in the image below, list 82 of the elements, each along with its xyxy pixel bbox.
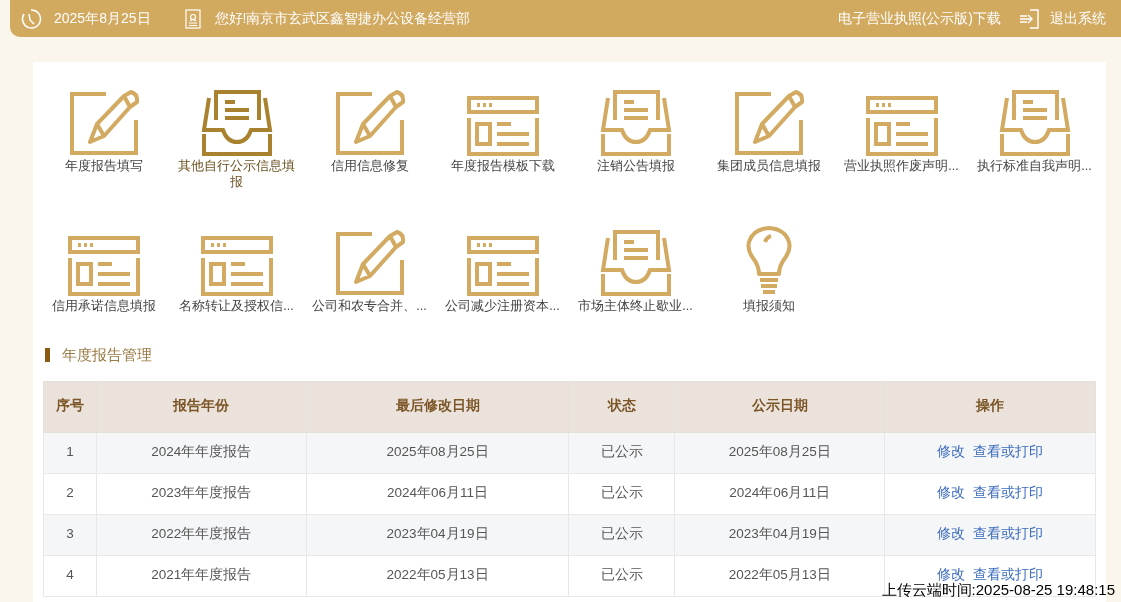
function-tile[interactable]: 市场主体终止歇业... [569, 228, 702, 314]
table-cell: 2023年04月19日 [306, 514, 569, 555]
table-cell: 3 [43, 514, 97, 555]
tile-label: 集团成员信息填报 [715, 158, 822, 174]
tile-label: 营业执照作废声明... [843, 158, 960, 174]
inbox-tray-icon [200, 90, 273, 156]
pencil-icon [333, 90, 406, 156]
table-cell: 2023年年度报告 [96, 473, 307, 514]
function-tile[interactable]: 年度报告模板下载 [436, 88, 569, 190]
light-bulb-icon [744, 226, 793, 296]
table-cell: 已公示 [568, 555, 675, 596]
function-tile[interactable]: 公司和农专合并、... [303, 228, 436, 314]
table-cell: 2025年08月25日 [674, 432, 885, 473]
clock-icon [20, 7, 42, 30]
tile-label: 填报须知 [741, 298, 796, 314]
tile-label: 信用信息修复 [329, 158, 410, 174]
table-cell: 2022年年度报告 [96, 514, 307, 555]
function-tile[interactable]: 执行标准自我声明... [968, 88, 1101, 190]
tile-label: 年度报告填写 [63, 158, 144, 174]
tile-label: 执行标准自我声明... [976, 158, 1093, 174]
column-header: 公示日期 [674, 381, 885, 432]
form-icon [865, 96, 938, 156]
table-cell: 2022年05月13日 [306, 555, 569, 596]
column-header: 状态 [568, 381, 675, 432]
table-cell: 已公示 [568, 514, 675, 555]
column-header: 最后修改日期 [306, 381, 569, 432]
tile-label: 公司减少注册资本... [444, 298, 561, 314]
view-print-link[interactable]: 查看或打印 [973, 485, 1044, 501]
function-tile[interactable]: 名称转让及授权信... [170, 228, 303, 314]
tile-label: 信用承诺信息填报 [50, 298, 157, 314]
table-cell: 4 [43, 555, 97, 596]
tile-label: 注销公告填报 [595, 158, 676, 174]
greeting-text: 您好!南京市玄武区鑫智捷办公设备经营部 [214, 9, 471, 28]
column-header: 报告年份 [96, 381, 307, 432]
form-icon [466, 96, 539, 156]
view-print-link[interactable]: 查看或打印 [973, 444, 1044, 460]
function-tile[interactable]: 填报须知 [702, 228, 835, 314]
function-tile[interactable]: 其他自行公示信息填报 [170, 88, 303, 190]
tile-label: 年度报告模板下载 [449, 158, 556, 174]
function-tile[interactable]: 营业执照作废声明... [835, 88, 968, 190]
logout-icon[interactable] [1019, 8, 1039, 29]
edit-link[interactable]: 修改 [937, 567, 966, 583]
form-icon [67, 236, 140, 296]
function-tile[interactable]: 注销公告填报 [569, 88, 702, 190]
current-date: 2025年8月25日 [54, 9, 151, 28]
tile-label: 市场主体终止歇业... [577, 298, 694, 314]
pencil-icon [67, 90, 140, 156]
form-icon [200, 236, 273, 296]
section-marker [45, 348, 50, 363]
table-cell: 1 [43, 432, 97, 473]
edit-link[interactable]: 修改 [937, 526, 966, 542]
table-cell: 2 [43, 473, 97, 514]
function-tile[interactable]: 信用信息修复 [303, 88, 436, 190]
form-icon [466, 236, 539, 296]
inbox-tray-icon [599, 90, 672, 156]
tile-label: 公司和农专合并、... [311, 298, 428, 314]
tile-label: 名称转让及授权信... [178, 298, 295, 314]
inbox-tray-icon [998, 90, 1071, 156]
table-cell: 2024年06月11日 [674, 473, 885, 514]
table-cell: 2024年06月11日 [306, 473, 569, 514]
user-badge-icon [184, 8, 201, 29]
edit-link[interactable]: 修改 [937, 444, 966, 460]
pencil-icon [333, 230, 406, 296]
tile-label: 其他自行公示信息填报 [177, 158, 296, 190]
function-tile[interactable]: 集团成员信息填报 [702, 88, 835, 190]
table-cell: 2021年年度报告 [96, 555, 307, 596]
function-tile[interactable]: 信用承诺信息填报 [37, 228, 170, 314]
section-title: 年度报告管理 [62, 345, 152, 365]
table-cell: 2024年年度报告 [96, 432, 307, 473]
edit-link[interactable]: 修改 [937, 485, 966, 501]
table-cell: 2025年08月25日 [306, 432, 569, 473]
table-cell: 2023年04月19日 [674, 514, 885, 555]
pencil-icon [732, 90, 805, 156]
table-cell: 已公示 [568, 473, 675, 514]
function-tile[interactable]: 公司减少注册资本... [436, 228, 569, 314]
view-print-link[interactable]: 查看或打印 [973, 567, 1044, 583]
view-print-link[interactable]: 查看或打印 [973, 526, 1044, 542]
inbox-tray-icon [599, 230, 672, 296]
column-header: 操作 [884, 381, 1096, 432]
column-header: 序号 [43, 381, 97, 432]
function-tile[interactable]: 年度报告填写 [37, 88, 170, 190]
table-cell: 已公示 [568, 432, 675, 473]
